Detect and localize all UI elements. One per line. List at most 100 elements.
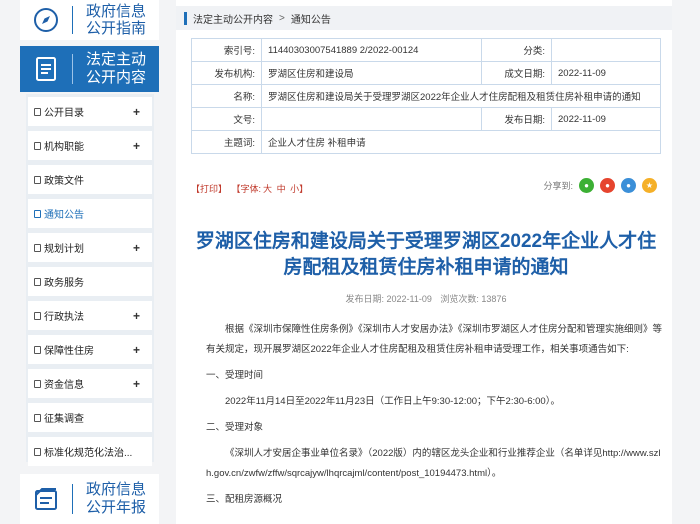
annual-report-label: 政府信息 公开年报 [73,481,159,517]
document-icon [34,277,41,286]
expand-plus-icon[interactable]: + [133,377,140,391]
publish-date-value: 2022-11-09 [551,107,661,131]
subject-label: 主题词: [191,130,262,154]
share-label: 分享到: [543,181,573,191]
breadcrumb-marker [184,11,187,25]
breadcrumb-item-notices[interactable]: 通知公告 [291,11,331,26]
article-title-line2: 房配租及租赁住房补租申请的通知 [283,257,569,278]
article-section-heading: 一、受理时间 [206,370,264,381]
category-value [551,38,661,62]
sidebar-item-label: 政策文件 [44,176,84,187]
font-small-button[interactable]: 小】 [290,184,308,194]
sidebar-item-enforcement[interactable]: 行政执法 + [28,301,152,330]
subject-value: 企业人才住房 补租申请 [261,130,661,154]
statutory-section-label: 法定主动 公开内容 [73,51,159,87]
gov-info-guide-label: 政府信息 公开指南 [73,3,159,37]
sidebar-item-label: 标准化规范化法治... [44,448,133,459]
font-medium-button[interactable]: 中 [277,184,286,194]
article-paragraph: 根据《深圳市保障性住房条例》《深圳市人才安居办法》《深圳市罗湖区人才住房分配和管… [206,324,663,355]
document-icon [34,209,41,218]
print-button[interactable]: 【打印】 [191,184,227,194]
table-row: 名称: 罗湖区住房和建设局关于受理罗湖区2022年企业人才住房配租及租赁住房补租… [191,84,661,108]
sidebar-item-housing[interactable]: 保障性住房 + [28,335,152,364]
weibo-share-icon[interactable]: ● [600,178,615,193]
gov-guide-line1: 政府信息 [85,3,146,20]
sidebar-item-services[interactable]: 政务服务 [28,267,152,296]
sidebar-item-standardization[interactable]: 标准化规范化法治... [28,437,152,466]
main-content: 法定主动公开内容 > 通知公告 索引号: 11440303007541889 2… [176,0,672,524]
article-title: 罗湖区住房和建设局关于受理罗湖区2022年企业人才住 房配租及租赁住房补租申请的… [191,229,661,281]
doc-number-label: 文号: [191,107,262,131]
document-meta-table: 索引号: 11440303007541889 2/2022-00124 分类: … [191,38,661,154]
document-icon [34,243,41,252]
expand-plus-icon[interactable]: + [133,343,140,357]
expand-plus-icon[interactable]: + [133,309,140,323]
article-section-heading: 二、受理对象 [206,422,264,433]
publisher-label: 发布机构: [191,61,262,85]
annual-report-icon [20,474,72,524]
expand-plus-icon[interactable]: + [133,241,140,255]
name-value: 罗湖区住房和建设局关于受理罗湖区2022年企业人才住房配租及租赁住房补租申请的通… [261,84,661,108]
wechat-share-icon[interactable]: ● [579,178,594,193]
publish-date-label: 发布日期: [481,107,552,131]
sidebar-item-funds[interactable]: 资金信息 + [28,369,152,398]
document-icon [34,141,41,150]
name-label: 名称: [191,84,262,108]
created-date-label: 成文日期: [481,61,552,85]
article-title-line1: 罗湖区住房和建设局关于受理罗湖区2022年企业人才住 [195,231,657,252]
document-icon [34,107,41,116]
sidebar-item-label: 通知公告 [44,210,84,221]
sidebar-item-plans[interactable]: 规划计划 + [28,233,152,262]
gov-info-guide-link[interactable]: 政府信息 公开指南 [20,0,159,40]
doc-number-value [261,107,482,131]
print-font-tools: 【打印】 【字体: 大 中 小】 [191,182,310,195]
font-large-button[interactable]: 大 [263,184,272,194]
statutory-public-content-section[interactable]: 法定主动 公开内容 [20,46,159,92]
document-icon [34,345,41,354]
sidebar-item-policy-docs[interactable]: 政策文件 [28,165,152,194]
article-paragraph: 2022年11月14日至2022年11月23日（工作日上午9:30-12:00；… [225,396,560,407]
sidebar-item-notices[interactable]: 通知公告 [28,199,152,228]
document-icon [34,447,41,456]
sidebar-item-label: 保障性住房 [44,346,94,357]
article-pub-info: 发布日期: 2022-11-09 浏览次数: 13876 [191,292,661,305]
expand-plus-icon[interactable]: + [133,139,140,153]
qq-share-icon[interactable]: ● [621,178,636,193]
index-value: 11440303007541889 2/2022-00124 [261,38,482,62]
sidebar-menu: 公开目录 + 机构职能 + 政策文件 通知公告 规划计划 + 政务服务 行政执法 + 保… [26,94,154,466]
breadcrumb-item-statutory[interactable]: 法定主动公开内容 [193,11,273,26]
annual-report-link[interactable]: 政府信息 公开年报 [20,474,159,524]
sidebar-item-label: 征集调查 [44,414,84,425]
active-section-line1: 法定主动 [85,51,146,68]
article-tools: 【打印】 【字体: 大 中 小】 分享到: ● ● ● ★ [191,178,661,195]
annual-line1: 政府信息 [85,481,146,498]
annual-line2: 公开年报 [85,499,146,516]
article-body: 根据《深圳市保障性住房条例》《深圳市人才安居办法》《深圳市罗湖区人才住房分配和管… [206,320,662,516]
sidebar-item-label: 资金信息 [44,380,84,391]
index-label: 索引号: [191,38,262,62]
sidebar-item-catalog[interactable]: 公开目录 + [28,97,152,126]
sidebar-item-label: 行政执法 [44,312,84,323]
document-icon [34,311,41,320]
sidebar-item-survey[interactable]: 征集调查 [28,403,152,432]
article-section-heading: 三、配租房源概况 [206,494,283,505]
document-list-icon [20,46,72,92]
article-paragraph: 《深圳人才安居企事业单位名录》（2022版）内的辖区龙头企业和行业推荐企业（名单… [206,448,661,479]
sidebar-item-label: 规划计划 [44,244,84,255]
breadcrumb-separator: > [279,12,285,24]
favorite-share-icon[interactable]: ★ [642,178,657,193]
expand-plus-icon[interactable]: + [133,105,140,119]
sidebar-item-label: 公开目录 [44,108,84,119]
document-icon [34,175,41,184]
compass-icon [20,0,72,40]
article-views: 浏览次数: 13876 [440,294,507,304]
category-label: 分类: [481,38,552,62]
publisher-value: 罗湖区住房和建设局 [261,61,482,85]
article-pub-date: 发布日期: 2022-11-09 [345,294,432,304]
created-date-value: 2022-11-09 [551,61,661,85]
sidebar-item-label: 机构职能 [44,142,84,153]
sidebar-item-functions[interactable]: 机构职能 + [28,131,152,160]
table-row: 索引号: 11440303007541889 2/2022-00124 分类: [191,38,661,62]
table-row: 发布机构: 罗湖区住房和建设局 成文日期: 2022-11-09 [191,61,661,85]
table-row: 主题词: 企业人才住房 补租申请 [191,130,661,154]
